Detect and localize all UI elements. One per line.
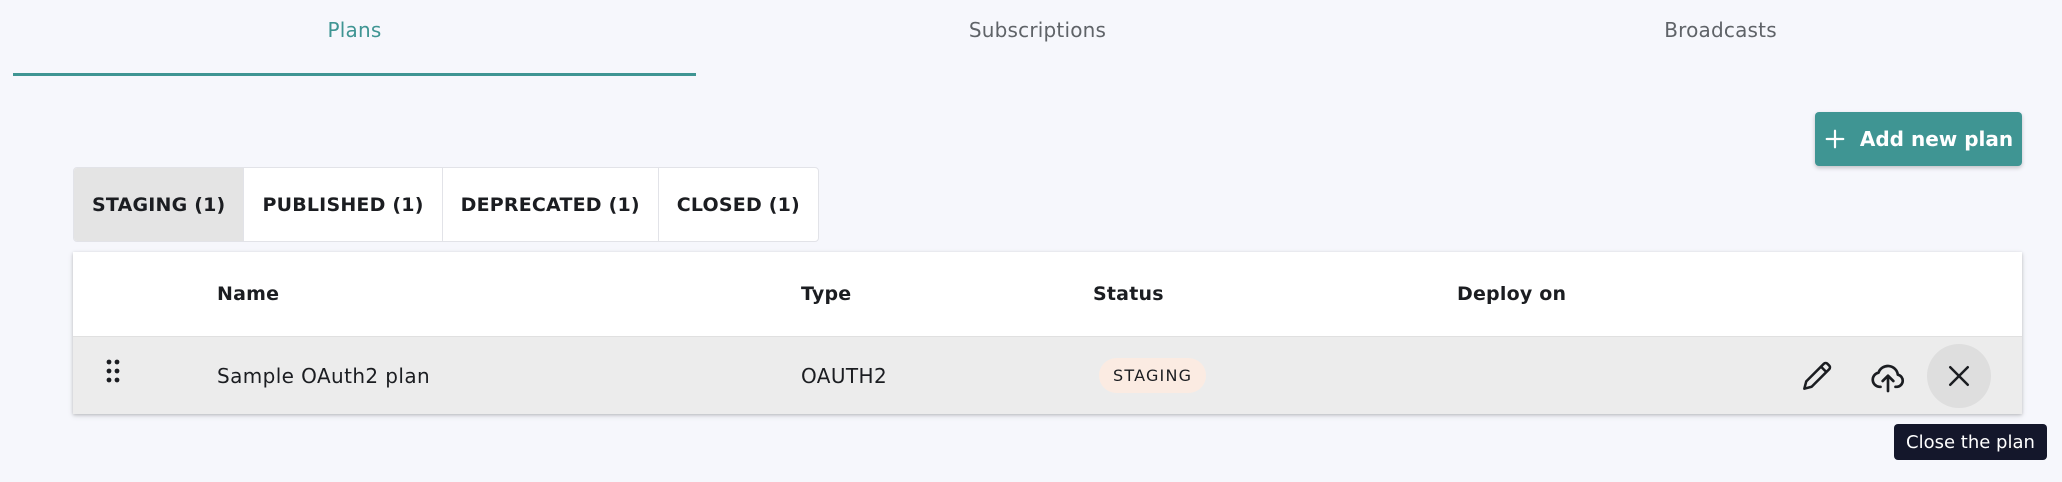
plans-table: Name Type Status Deploy on Sample OAuth2… [73,252,2022,414]
edit-icon [1803,361,1832,390]
filter-staging[interactable]: STAGING (1) [74,168,245,241]
plan-status-filter: STAGING (1) PUBLISHED (1) DEPRECATED (1)… [73,167,819,242]
publish-plan-button[interactable] [1856,344,1920,408]
close-icon [1949,366,1969,386]
tab-plans[interactable]: Plans [13,0,696,76]
cell-type: OAUTH2 [801,363,888,388]
header-status: Status [1093,283,1164,305]
tab-broadcasts-label: Broadcasts [1664,18,1777,42]
table-header: Name Type Status Deploy on [73,252,2022,337]
table-row: Sample OAuth2 plan OAUTH2 STAGING [73,337,2022,414]
drag-handle-icon[interactable] [106,359,120,385]
status-badge: STAGING [1099,358,1207,393]
tab-subscriptions-label: Subscriptions [968,18,1107,42]
close-plan-tooltip: Close the plan [1894,424,2047,460]
tab-broadcasts[interactable]: Broadcasts [1379,0,2062,76]
close-plan-button[interactable] [1927,344,1991,408]
tab-subscriptions[interactable]: Subscriptions [696,0,1379,76]
edit-plan-button[interactable] [1785,344,1849,408]
filter-published[interactable]: PUBLISHED (1) [244,168,443,241]
header-name: Name [217,283,280,305]
top-tab-bar: Plans Subscriptions Broadcasts [13,0,2062,76]
add-new-plan-label: Add new plan [1859,127,2014,151]
filter-deprecated[interactable]: DEPRECATED (1) [443,168,659,241]
publish-icon [1871,364,1905,393]
plus-icon [1825,129,1845,149]
cell-name: Sample OAuth2 plan [217,363,431,388]
tab-plans-label: Plans [327,18,382,42]
header-type: Type [801,283,852,305]
add-new-plan-button[interactable]: Add new plan [1815,112,2022,166]
header-deploy-on: Deploy on [1457,283,1567,305]
filter-closed[interactable]: CLOSED (1) [659,168,818,241]
